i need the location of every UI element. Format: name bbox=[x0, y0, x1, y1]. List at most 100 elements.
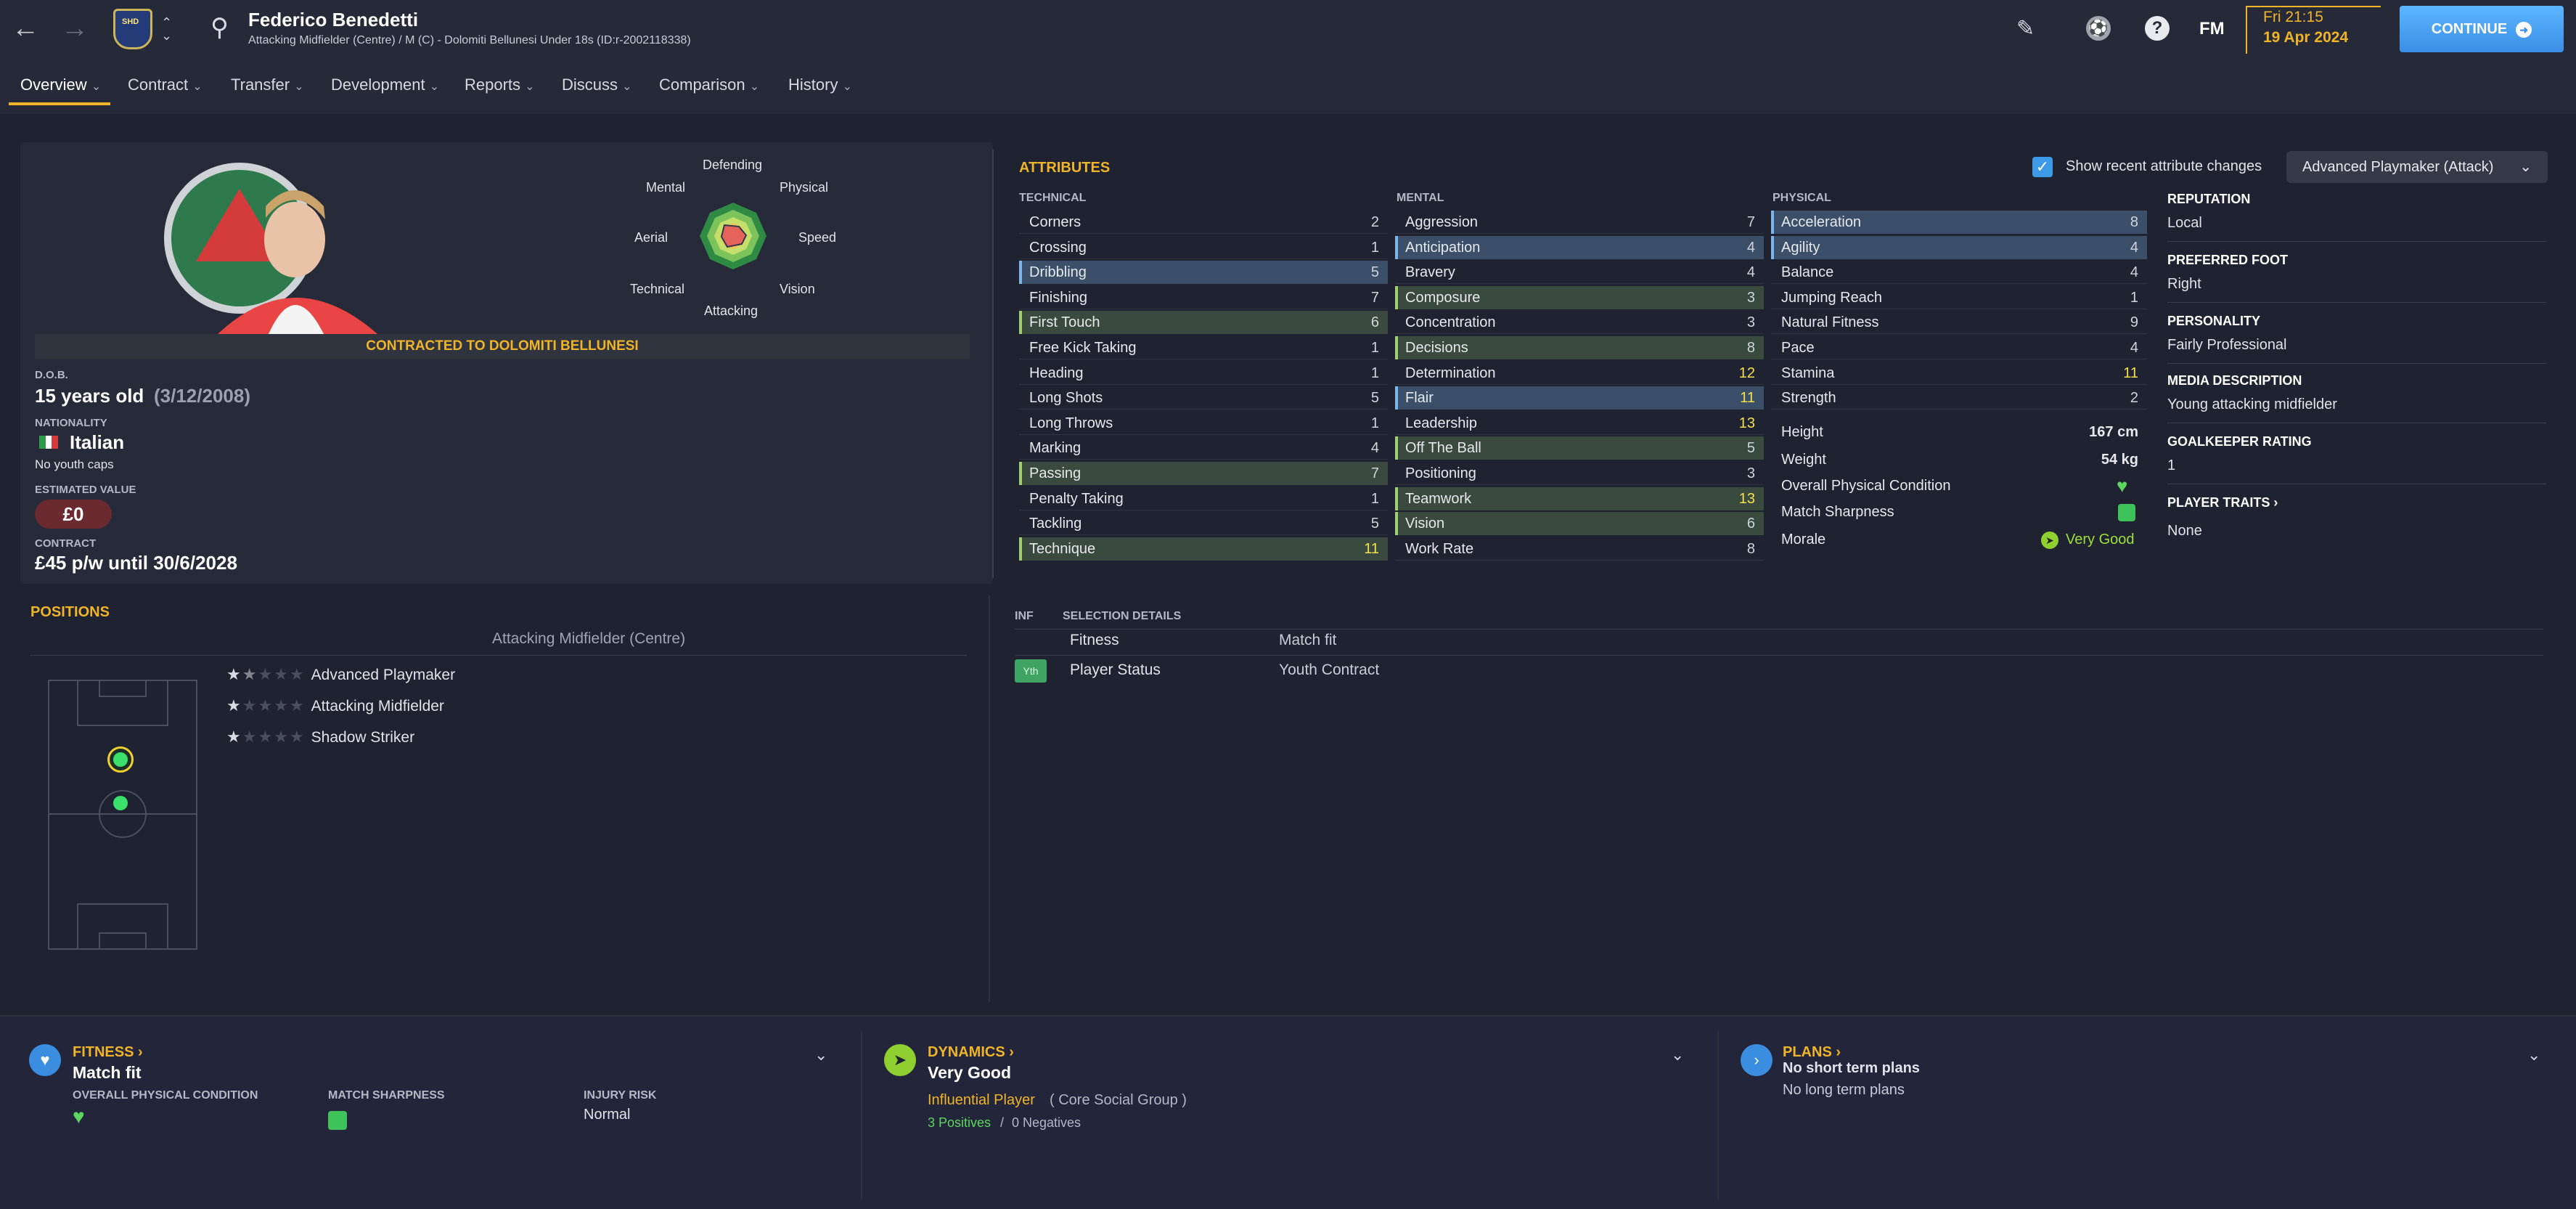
divider bbox=[1015, 655, 2543, 656]
divider bbox=[2167, 363, 2546, 364]
attribute-name: Leadership bbox=[1405, 415, 1477, 431]
nationality-label: NATIONALITY bbox=[35, 417, 107, 429]
attribute-row[interactable]: Strength 2 bbox=[1771, 386, 2147, 410]
attribute-row[interactable]: Work Rate 8 bbox=[1395, 537, 1764, 561]
attribute-row[interactable]: Technique 11 bbox=[1019, 537, 1388, 561]
attribute-name: Work Rate bbox=[1405, 540, 1474, 557]
star-icon: ★ bbox=[242, 665, 258, 683]
attribute-row[interactable]: Leadership 13 bbox=[1395, 412, 1764, 435]
attribute-row[interactable]: Corners 2 bbox=[1019, 211, 1388, 234]
attribute-row[interactable]: Natural Fitness 9 bbox=[1771, 311, 2147, 335]
show-changes-checkbox[interactable]: ✓ bbox=[2032, 157, 2053, 177]
attribute-row[interactable]: Marking 4 bbox=[1019, 436, 1388, 460]
fm-menu-button[interactable]: FM bbox=[2199, 19, 2225, 39]
football-icon[interactable]: ⚽ bbox=[2086, 16, 2111, 41]
attribute-name: Anticipation bbox=[1405, 239, 1481, 256]
player-status-value: Youth Contract bbox=[1279, 662, 1380, 678]
dob-label: D.O.B. bbox=[35, 369, 68, 381]
attribute-row[interactable]: Off The Ball 5 bbox=[1395, 436, 1764, 460]
attribute-value: 12 bbox=[1738, 365, 1755, 381]
divider bbox=[2167, 302, 2546, 303]
attribute-row[interactable]: Decisions 8 bbox=[1395, 336, 1764, 359]
forward-arrow-icon[interactable]: → bbox=[61, 13, 89, 44]
attributes-title: ATTRIBUTES bbox=[1019, 160, 1111, 176]
attribute-row[interactable]: Passing 7 bbox=[1019, 462, 1388, 485]
attribute-row[interactable]: Free Kick Taking 1 bbox=[1019, 336, 1388, 359]
attribute-row[interactable]: Composure 3 bbox=[1395, 285, 1764, 309]
attribute-row[interactable]: Long Shots 5 bbox=[1019, 386, 1388, 410]
search-icon[interactable]: ⚲ bbox=[210, 13, 229, 42]
attribute-name: Concentration bbox=[1405, 314, 1496, 331]
attribute-row[interactable]: Teamwork 13 bbox=[1395, 487, 1764, 510]
attribute-name: Long Throws bbox=[1029, 415, 1113, 431]
dynamics-title-link[interactable]: DYNAMICS › bbox=[928, 1044, 1014, 1061]
physical-attributes: Acceleration 8 Agility 4 Balance 4 Jumping Rea… bbox=[1771, 211, 2150, 410]
chevron-down-icon: ⌄ bbox=[429, 81, 440, 93]
tab-contract[interactable]: Contract ⌄ bbox=[128, 76, 203, 94]
divider bbox=[2167, 241, 2546, 242]
star-icon: ★ bbox=[226, 728, 242, 746]
chevron-down-icon[interactable]: ⌄ bbox=[814, 1046, 827, 1065]
attribute-row[interactable]: Concentration 3 bbox=[1395, 311, 1764, 335]
attribute-row[interactable]: Jumping Reach 1 bbox=[1771, 286, 2147, 309]
chevron-down-icon: ⌄ bbox=[842, 81, 852, 93]
attribute-name: Marking bbox=[1029, 440, 1081, 457]
chevron-down-icon[interactable]: ⌄ bbox=[2527, 1046, 2540, 1065]
pencil-icon[interactable]: ✎ bbox=[2016, 16, 2035, 41]
tab-comparison[interactable]: Comparison ⌄ bbox=[659, 76, 759, 94]
attribute-row[interactable]: Finishing 7 bbox=[1019, 286, 1388, 309]
fitness-title-link[interactable]: FITNESS › bbox=[73, 1044, 143, 1061]
attribute-row[interactable]: Acceleration 8 bbox=[1771, 211, 2147, 234]
tab-reports[interactable]: Reports ⌄ bbox=[465, 76, 535, 94]
attribute-row[interactable]: Determination 12 bbox=[1395, 362, 1764, 385]
tab-transfer[interactable]: Transfer ⌄ bbox=[231, 76, 304, 94]
tab-discuss[interactable]: Discuss ⌄ bbox=[562, 76, 632, 94]
attribute-row[interactable]: Penalty Taking 1 bbox=[1019, 487, 1388, 510]
attribute-name: Passing bbox=[1029, 465, 1081, 481]
attribute-row[interactable]: Vision 6 bbox=[1395, 512, 1764, 536]
attribute-value: 6 bbox=[1746, 516, 1755, 532]
star-icon: ★ bbox=[289, 665, 306, 683]
attribute-row[interactable]: Anticipation 4 bbox=[1395, 235, 1764, 259]
attribute-row[interactable]: Heading 1 bbox=[1019, 362, 1388, 385]
radar-label-physical: Physical bbox=[780, 180, 829, 195]
continue-button[interactable]: CONTINUE ➜ bbox=[2400, 6, 2564, 52]
attribute-row[interactable]: Agility 4 bbox=[1771, 235, 2147, 259]
tab-development[interactable]: Development ⌄ bbox=[331, 76, 439, 94]
plans-title-link[interactable]: PLANS › bbox=[1783, 1044, 1841, 1061]
attribute-row[interactable]: Tackling 5 bbox=[1019, 512, 1388, 536]
back-arrow-icon[interactable]: ← bbox=[12, 13, 39, 44]
show-changes-label[interactable]: Show recent attribute changes bbox=[2066, 158, 2262, 175]
attribute-row[interactable]: Dribbling 5 bbox=[1019, 261, 1388, 285]
attribute-row[interactable]: Positioning 3 bbox=[1395, 462, 1764, 485]
chevron-down-icon[interactable]: ⌄ bbox=[1671, 1046, 1684, 1065]
nationality[interactable]: Italian bbox=[70, 431, 124, 454]
tab-overview[interactable]: Overview ⌄ bbox=[20, 76, 101, 94]
club-crest[interactable] bbox=[113, 9, 152, 49]
attribute-row[interactable]: Bravery 4 bbox=[1395, 261, 1764, 285]
attribute-row[interactable]: Aggression 7 bbox=[1395, 211, 1764, 234]
dynamics-role: Influential Player bbox=[928, 1092, 1035, 1108]
attribute-value: 1 bbox=[2130, 289, 2138, 306]
attribute-row[interactable]: Pace 4 bbox=[1771, 336, 2147, 359]
attribute-value: 6 bbox=[1370, 314, 1379, 331]
attribute-name: Composure bbox=[1405, 289, 1481, 306]
contract-status-bar: CONTRACTED TO DOLOMITI BELLUNESI bbox=[35, 334, 970, 359]
player-switch-icon[interactable]: ⌃ ⌄ bbox=[161, 16, 172, 42]
help-icon[interactable]: ? bbox=[2145, 16, 2170, 41]
radar-label-defending: Defending bbox=[703, 158, 763, 172]
attribute-row[interactable]: Long Throws 1 bbox=[1019, 412, 1388, 435]
attribute-row[interactable]: Stamina 11 bbox=[1771, 362, 2147, 385]
attribute-row[interactable]: Balance 4 bbox=[1771, 261, 2147, 285]
attribute-value: 5 bbox=[1370, 264, 1379, 281]
attribute-row[interactable]: Flair 11 bbox=[1395, 386, 1764, 410]
attribute-value: 5 bbox=[1370, 390, 1379, 407]
player-traits-link[interactable]: PLAYER TRAITS › bbox=[2167, 495, 2278, 510]
attribute-row[interactable]: Crossing 1 bbox=[1019, 236, 1388, 259]
tab-history[interactable]: History ⌄ bbox=[788, 76, 852, 94]
star-rating: ★★★★★ bbox=[226, 665, 306, 683]
attribute-name: Penalty Taking bbox=[1029, 490, 1124, 507]
star-rating: ★★★★★ bbox=[226, 728, 306, 746]
attribute-row[interactable]: First Touch 6 bbox=[1019, 311, 1388, 335]
role-dropdown[interactable]: Advanced Playmaker (Attack) ⌄ bbox=[2286, 151, 2548, 183]
